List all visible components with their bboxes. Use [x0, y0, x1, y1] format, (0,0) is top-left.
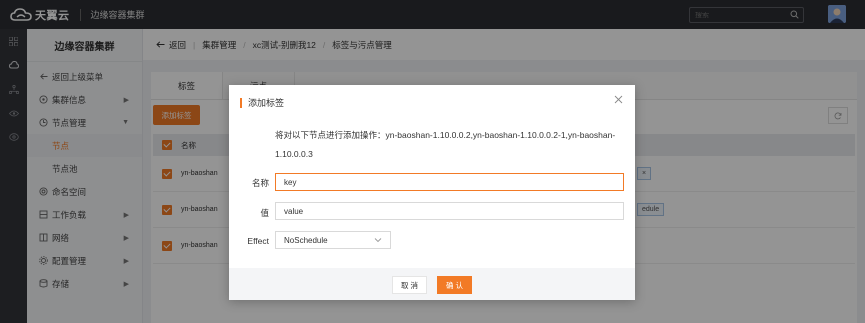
effect-selected-value: NoSchedule	[284, 235, 328, 245]
dialog-title-text: 添加标签	[248, 98, 285, 108]
effect-label: Effect	[247, 236, 269, 246]
title-accent-bar	[240, 97, 242, 108]
confirm-button[interactable]: 确 认	[437, 276, 472, 294]
close-icon[interactable]	[614, 95, 623, 104]
name-label: 名称	[251, 178, 269, 188]
chevron-down-icon	[374, 238, 382, 243]
value-field[interactable]	[275, 202, 624, 220]
value-label: 值	[260, 208, 269, 218]
add-label-dialog: 添加标签 将对以下节点进行添加操作：yn-baoshan-1.10.0.0.2,…	[229, 85, 635, 300]
dialog-title: 添加标签	[240, 96, 284, 109]
dialog-description: 将对以下节点进行添加操作：yn-baoshan-1.10.0.0.2,yn-ba…	[275, 130, 616, 159]
effect-select[interactable]: NoSchedule	[275, 231, 391, 249]
cancel-button[interactable]: 取 消	[392, 276, 427, 294]
name-field[interactable]	[275, 173, 624, 191]
dialog-footer: 取 消 确 认	[229, 268, 635, 300]
